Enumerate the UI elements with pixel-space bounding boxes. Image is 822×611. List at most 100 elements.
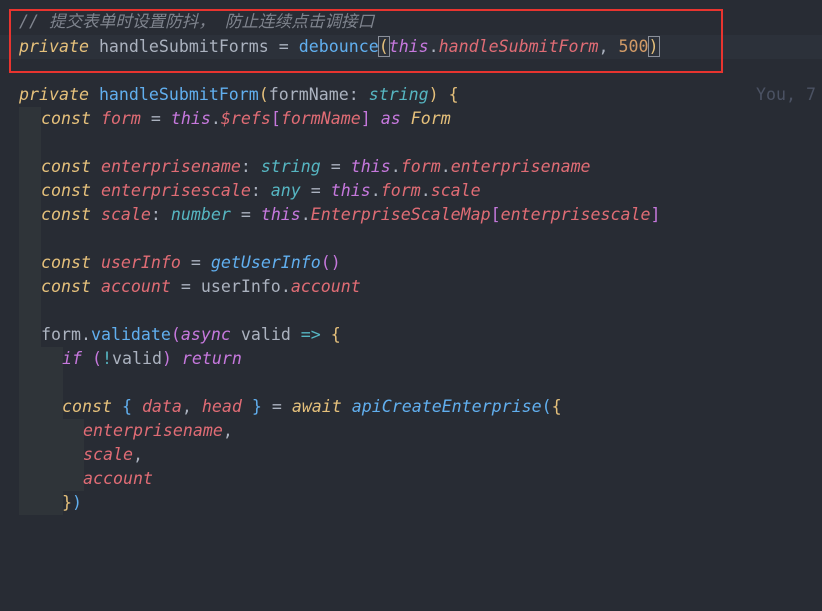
operator: = xyxy=(320,157,351,176)
indent-guide xyxy=(19,299,41,323)
variable-name: formName xyxy=(280,109,361,128)
indent-guide xyxy=(19,371,41,395)
colon: : xyxy=(240,157,261,176)
code-line-api-call: const { data, head } = await apiCreateEn… xyxy=(0,395,822,419)
dot: . xyxy=(300,205,311,224)
code-editor[interactable]: // 提交表单时设置防抖， 防止连续点击调接口 private handleSu… xyxy=(0,0,822,519)
variable-name: userInfo xyxy=(100,253,181,272)
code-line-blank xyxy=(0,299,822,323)
variable-name: scale xyxy=(83,445,133,464)
indent-guide xyxy=(19,395,41,419)
indent-guide xyxy=(19,419,41,443)
indent-guide xyxy=(19,491,41,515)
type-name: string xyxy=(368,85,429,104)
indent-guide xyxy=(41,491,63,515)
keyword-const: const xyxy=(62,397,112,416)
operator: = xyxy=(230,205,261,224)
member-name: $refs xyxy=(220,109,271,128)
member-name: account xyxy=(290,277,361,296)
operator: = xyxy=(170,277,201,296)
bracket: [ xyxy=(270,109,281,128)
keyword-this: this xyxy=(388,37,429,56)
param-name: formName xyxy=(268,85,349,104)
function-name: apiCreateEnterprise xyxy=(351,397,542,416)
code-line-scale: const scale: number = this.EnterpriseSca… xyxy=(0,203,822,227)
brace: } xyxy=(241,397,262,416)
variable-name: account xyxy=(100,277,171,296)
operator: = xyxy=(261,397,292,416)
keyword-const: const xyxy=(41,109,91,128)
function-name: getUserInfo xyxy=(210,253,321,272)
class-name: Form xyxy=(410,109,451,128)
variable-name: account xyxy=(83,469,153,488)
indent-guide xyxy=(41,443,63,467)
comma: , xyxy=(222,421,233,440)
keyword-private: private xyxy=(19,37,89,56)
comma: , xyxy=(181,397,202,416)
not-operator: ! xyxy=(101,349,112,368)
operator: = xyxy=(180,253,211,272)
code-line-form: const form = this.$refs[formName] as For… xyxy=(0,107,822,131)
brace: { xyxy=(551,397,562,416)
variable-name: enterprisename xyxy=(100,157,241,176)
number-literal: 500 xyxy=(618,37,649,56)
indent-guide xyxy=(19,107,41,131)
keyword-this: this xyxy=(350,157,391,176)
bracket: ( xyxy=(258,85,269,104)
bracket: ] xyxy=(360,109,371,128)
bracket: ) xyxy=(647,36,660,57)
bracket: ( xyxy=(377,36,390,57)
keyword-this: this xyxy=(330,181,371,200)
variable-name: userInfo xyxy=(200,277,281,296)
keyword-const: const xyxy=(41,157,91,176)
arrow-operator: => xyxy=(290,325,331,344)
code-line-close-call: }) xyxy=(0,491,822,515)
bracket: () xyxy=(320,253,341,272)
variable-name: enterprisescale xyxy=(500,205,651,224)
code-line-account: const account = userInfo.account xyxy=(0,275,822,299)
type-name: any xyxy=(270,181,301,200)
indent-guide xyxy=(62,419,84,443)
variable-name: enterprisename xyxy=(83,421,223,440)
brace: { xyxy=(330,325,341,344)
indent-guide xyxy=(19,323,41,347)
code-line-if: if (!valid) return xyxy=(0,347,822,371)
dot: . xyxy=(80,325,91,344)
dot: . xyxy=(440,157,451,176)
variable-name: form xyxy=(100,109,141,128)
indent-guide xyxy=(19,251,41,275)
indent-guide xyxy=(19,203,41,227)
keyword-async: async xyxy=(180,325,231,344)
keyword-const: const xyxy=(41,277,91,296)
type-name: string xyxy=(260,157,321,176)
comma: , xyxy=(132,445,143,464)
dot: . xyxy=(280,277,291,296)
code-line-arg-account: account xyxy=(0,467,822,491)
operator: = xyxy=(300,181,331,200)
keyword-const: const xyxy=(41,253,91,272)
operator: = xyxy=(268,37,299,56)
brace: { xyxy=(111,397,142,416)
code-line-enterprisescale: const enterprisescale: any = this.form.s… xyxy=(0,179,822,203)
keyword-private: private xyxy=(19,85,89,104)
indent-guide xyxy=(19,155,41,179)
variable-name: head xyxy=(201,397,242,416)
code-line-enterprisename: const enterprisename: string = this.form… xyxy=(0,155,822,179)
indent-guide xyxy=(19,179,41,203)
indent-guide xyxy=(41,395,63,419)
code-line-blank xyxy=(0,227,822,251)
keyword-await: await xyxy=(291,397,342,416)
indent-guide xyxy=(19,443,41,467)
method-name: handleSubmitForm xyxy=(98,85,259,104)
code-line-blank xyxy=(0,131,822,155)
code-line-validate: form.validate(async valid => { xyxy=(0,323,822,347)
comma: , xyxy=(598,37,619,56)
property-name: handleSubmitForms xyxy=(98,37,269,56)
comment-text: // 提交表单时设置防抖， 防止连续点击调接口 xyxy=(19,12,375,31)
code-line-method: private handleSubmitForm(formName: strin… xyxy=(0,83,822,107)
indent-guide xyxy=(19,227,41,251)
bracket: ( xyxy=(541,397,552,416)
code-line-debounce[interactable]: private handleSubmitForms = debounce(thi… xyxy=(0,35,822,104)
member-name: enterprisename xyxy=(450,157,591,176)
colon: : xyxy=(250,181,271,200)
